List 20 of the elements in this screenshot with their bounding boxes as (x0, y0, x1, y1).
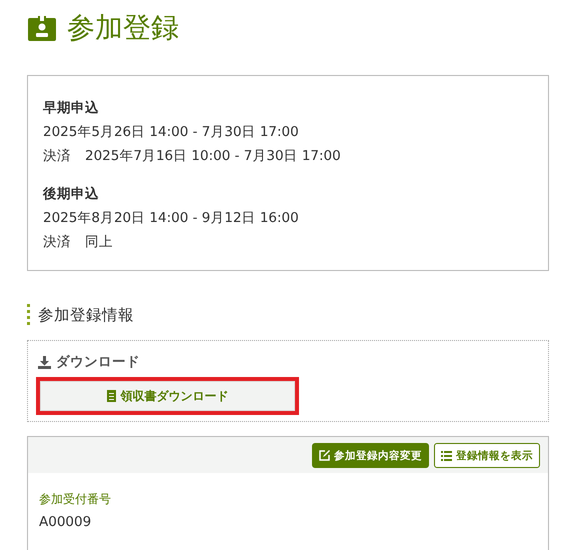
edit-button[interactable]: 参加登録内容変更 (312, 443, 429, 468)
section-marker (27, 304, 30, 326)
section-title: 参加登録情報 (38, 304, 134, 326)
period-text: 2025年8月20日 14:00 - 9月12日 16:00 (43, 209, 300, 228)
field-label: 参加受付番号 (39, 491, 112, 508)
view-button[interactable]: 登録情報を表示 (434, 443, 540, 468)
page-title: 参加登録 (67, 10, 179, 46)
period-heading: 後期申込 (43, 185, 100, 204)
id-badge-icon (27, 14, 57, 42)
period-text: 決済 同上 (43, 233, 114, 252)
period-text: 2025年5月26日 14:00 - 7月30日 17:00 (43, 123, 300, 142)
list-icon (441, 450, 452, 460)
period-text: 決済 2025年7月16日 10:00 - 7月30日 17:00 (43, 147, 342, 166)
document-icon (106, 390, 116, 402)
period-heading: 早期申込 (43, 99, 100, 118)
field-value: A00009 (39, 514, 92, 530)
download-heading: ダウンロード (56, 353, 140, 371)
download-icon (38, 356, 51, 368)
edit-icon (319, 450, 330, 461)
receipt-download-button[interactable]: 領収書ダウンロード (40, 381, 295, 411)
